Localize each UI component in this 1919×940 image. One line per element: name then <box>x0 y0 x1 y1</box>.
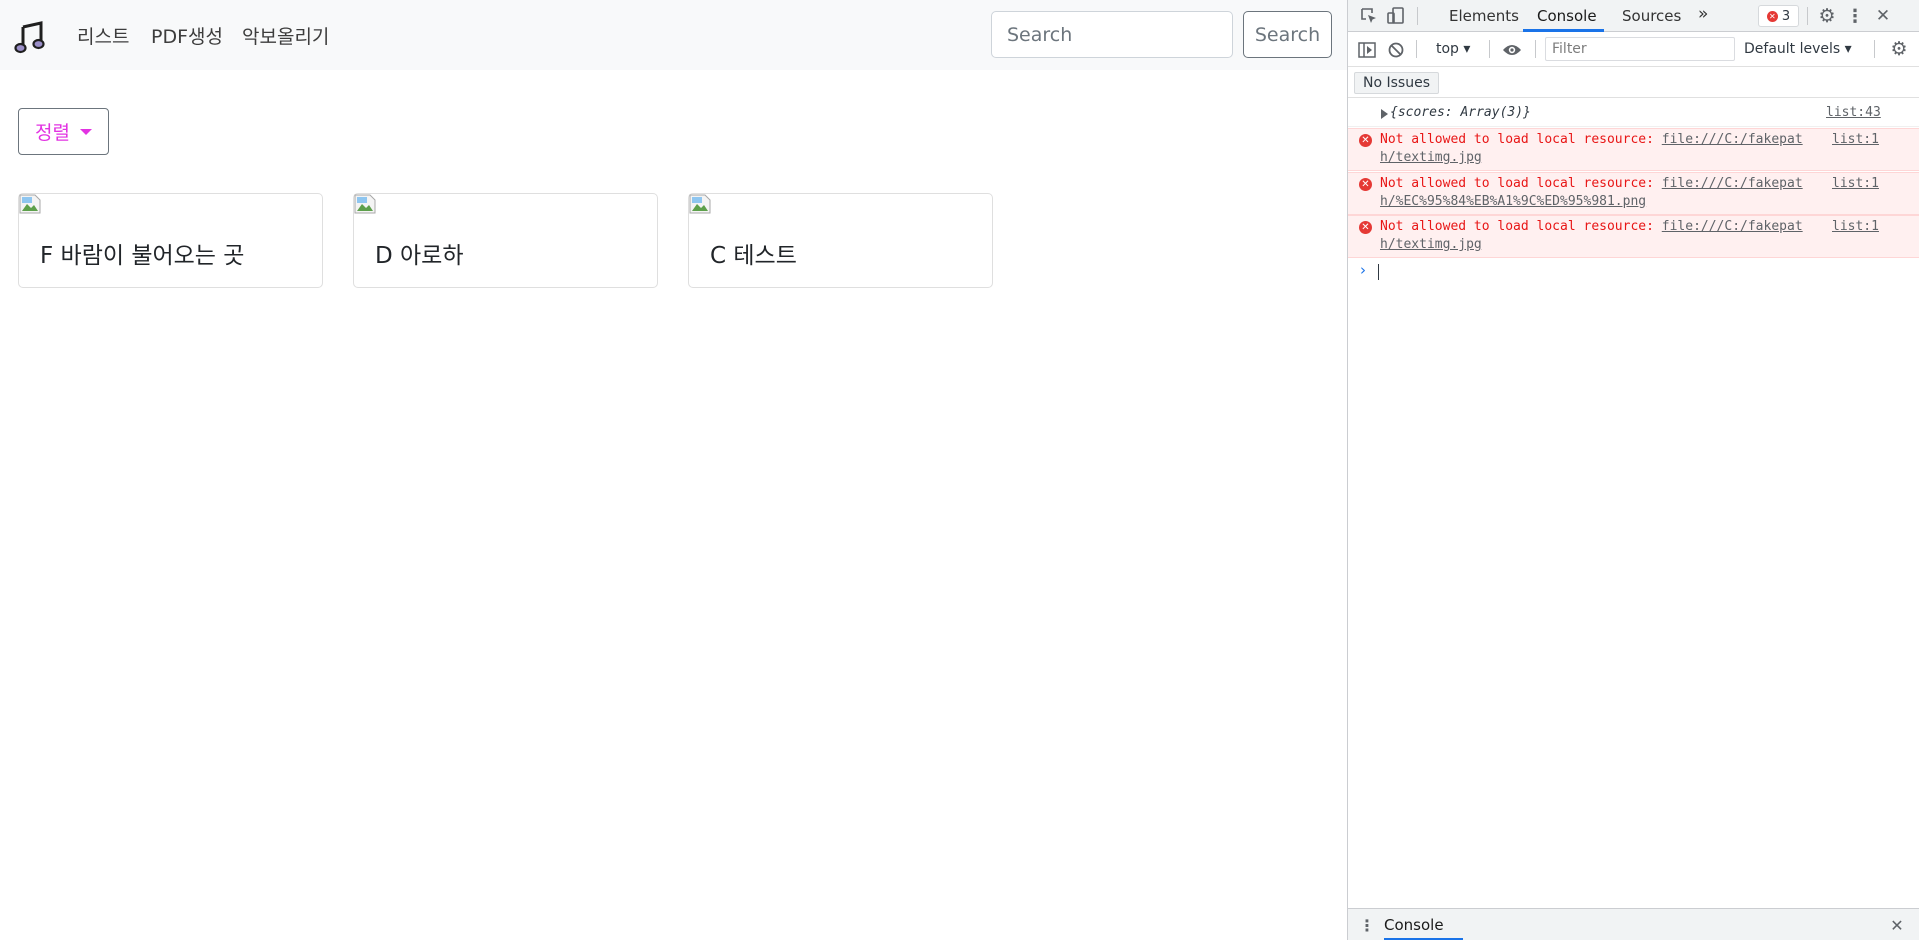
clear-console-icon[interactable] <box>1385 39 1407 61</box>
error-text: Not allowed to load local resource: <box>1380 176 1654 191</box>
nav-link-upload[interactable]: 악보올리기 <box>242 22 329 49</box>
card-title: C 테스트 <box>710 243 797 269</box>
search-button[interactable]: Search <box>1243 11 1332 58</box>
log-levels-value: Default levels <box>1744 41 1841 57</box>
score-card[interactable]: F 바람이 불어오는 곳 <box>18 193 323 288</box>
error-url-link[interactable]: file:///C:/fakepat <box>1662 132 1803 147</box>
error-icon: ✕ <box>1766 10 1778 22</box>
more-tabs-icon[interactable]: » <box>1698 4 1708 24</box>
error-icon: ✕ <box>1359 134 1372 147</box>
eye-icon[interactable] <box>1501 39 1523 61</box>
context-select[interactable]: top ▾ <box>1436 41 1470 57</box>
caret-down-icon <box>79 128 92 135</box>
tab-elements[interactable]: Elements <box>1449 7 1519 25</box>
broken-image-icon <box>689 194 711 214</box>
error-icon: ✕ <box>1359 221 1372 234</box>
tab-console[interactable]: Console <box>1537 7 1597 25</box>
drawer-tab-console[interactable]: Console <box>1384 916 1444 934</box>
error-message: Not allowed to load local resource: file… <box>1380 176 1803 191</box>
separator <box>1489 40 1490 58</box>
card-title: D 아로하 <box>375 243 464 269</box>
error-url-continuation[interactable]: h/textimg.jpg <box>1380 237 1482 252</box>
broken-image-icon <box>19 194 41 214</box>
inspect-element-icon[interactable] <box>1358 5 1380 27</box>
error-count: 3 <box>1781 8 1791 24</box>
expand-arrow-icon[interactable] <box>1381 109 1388 119</box>
devtools-drawer: ⋮ Console ✕ <box>1348 908 1919 940</box>
sort-label: 정렬 <box>35 122 70 144</box>
devtools-panel: Elements Console Sources » ✕ 3 ⚙ ⋮ ✕ top… <box>1347 0 1919 940</box>
navbar: 리스트 PDF생성 악보올리기 Search <box>0 0 1347 70</box>
error-source-link[interactable]: list:1 <box>1832 176 1879 191</box>
search-input[interactable] <box>991 11 1233 58</box>
broken-image-icon <box>354 194 376 214</box>
separator <box>1535 40 1536 58</box>
error-text: Not allowed to load local resource: <box>1380 132 1654 147</box>
error-message: Not allowed to load local resource: file… <box>1380 132 1803 147</box>
nav-link-pdf[interactable]: PDF생성 <box>151 22 223 49</box>
console-error-entry: ✕ Not allowed to load local resource: fi… <box>1348 128 1919 171</box>
kebab-menu-icon[interactable]: ⋮ <box>1845 5 1865 27</box>
error-message: Not allowed to load local resource: file… <box>1380 219 1803 234</box>
devtools-tabbar: Elements Console Sources » ✕ 3 ⚙ ⋮ ✕ <box>1348 0 1919 32</box>
score-card[interactable]: C 테스트 <box>688 193 993 288</box>
log-levels-select[interactable]: Default levels ▾ <box>1744 41 1852 57</box>
device-toolbar-icon[interactable] <box>1385 5 1407 27</box>
gear-icon[interactable]: ⚙ <box>1816 5 1838 27</box>
drawer-menu-icon[interactable]: ⋮ <box>1358 915 1376 935</box>
error-icon: ✕ <box>1359 178 1372 191</box>
separator <box>1874 40 1875 58</box>
error-source-link[interactable]: list:1 <box>1832 219 1879 234</box>
console-log-entry[interactable]: {scores: Array(3)} list:43 <box>1348 101 1919 127</box>
music-note-icon[interactable] <box>14 20 48 54</box>
error-url-link[interactable]: file:///C:/fakepat <box>1662 176 1803 191</box>
tab-sources[interactable]: Sources <box>1622 7 1681 25</box>
text-cursor <box>1378 264 1379 280</box>
error-url-continuation[interactable]: h/textimg.jpg <box>1380 150 1482 165</box>
sidebar-toggle-icon[interactable] <box>1356 39 1378 61</box>
separator <box>1416 40 1417 58</box>
error-url-continuation[interactable]: h/%EC%95%84%EB%A1%9C%ED%95%981.png <box>1380 194 1646 209</box>
log-source-link[interactable]: list:43 <box>1826 105 1881 120</box>
issues-bar: No Issues <box>1348 68 1919 98</box>
card-title: F 바람이 불어오는 곳 <box>40 243 245 269</box>
console-toolbar: top ▾ Default levels ▾ ⚙ <box>1348 32 1919 67</box>
error-count-badge[interactable]: ✕ 3 <box>1758 5 1799 27</box>
console-settings-gear-icon[interactable]: ⚙ <box>1888 38 1910 60</box>
console-prompt[interactable]: › <box>1348 258 1919 284</box>
issues-button[interactable]: No Issues <box>1354 72 1439 94</box>
error-text: Not allowed to load local resource: <box>1380 219 1654 234</box>
log-object-text: {scores: Array(3)} <box>1390 105 1531 120</box>
separator <box>1807 7 1808 25</box>
sort-dropdown-button[interactable]: 정렬 <box>18 108 109 155</box>
separator <box>1417 7 1418 25</box>
close-icon[interactable]: ✕ <box>1872 5 1894 27</box>
context-value: top <box>1436 41 1459 57</box>
error-url-link[interactable]: file:///C:/fakepat <box>1662 219 1803 234</box>
filter-input[interactable] <box>1545 37 1735 61</box>
console-error-entry: ✕ Not allowed to load local resource: fi… <box>1348 172 1919 215</box>
web-page: 리스트 PDF생성 악보올리기 Search 정렬 F 바람이 불어오는 곳 D… <box>0 0 1347 940</box>
score-card[interactable]: D 아로하 <box>353 193 658 288</box>
close-drawer-icon[interactable]: ✕ <box>1886 915 1908 935</box>
prompt-chevron-icon: › <box>1360 261 1366 279</box>
error-source-link[interactable]: list:1 <box>1832 132 1879 147</box>
nav-link-list[interactable]: 리스트 <box>77 22 129 49</box>
console-error-entry: ✕ Not allowed to load local resource: fi… <box>1348 215 1919 258</box>
